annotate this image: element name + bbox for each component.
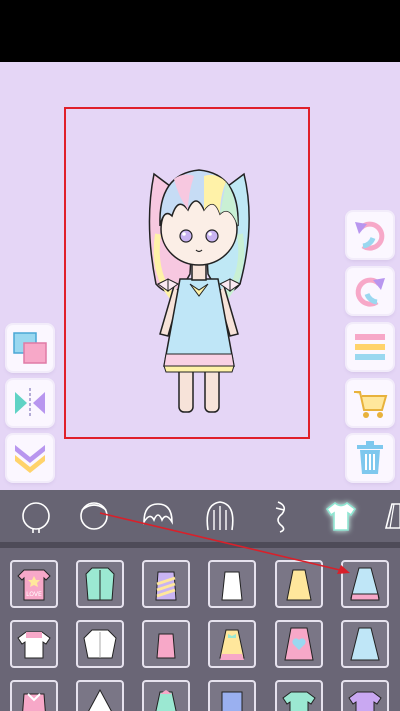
white-cami-icon xyxy=(221,571,243,601)
top-icon xyxy=(325,501,357,531)
head-icon xyxy=(80,502,108,530)
yellow-cami-dress-icon xyxy=(286,569,312,601)
shop-button[interactable] xyxy=(347,380,393,426)
undo-button[interactable] xyxy=(347,212,393,258)
shopping-cart-icon xyxy=(354,391,388,418)
flip-horizontal-icon xyxy=(15,388,45,418)
clothing-item-mint-bow-dress[interactable] xyxy=(142,680,190,711)
tab-bangs[interactable] xyxy=(138,496,178,536)
bangs-icon xyxy=(143,503,173,525)
pink-love-shirt-icon xyxy=(17,569,51,601)
clothing-items-grid: LOVE xyxy=(0,548,400,711)
undo-icon xyxy=(355,221,385,251)
redo-button[interactable] xyxy=(347,268,393,314)
clothing-item-blue-overalls[interactable] xyxy=(208,680,256,711)
white-shirt-icon xyxy=(83,629,117,659)
tab-bottom[interactable] xyxy=(380,496,400,536)
mint-bow-dress-icon xyxy=(155,690,177,711)
clothing-item-pink-tshirt[interactable] xyxy=(10,620,58,668)
mint-tshirt-icon xyxy=(282,691,316,711)
character-doll[interactable] xyxy=(134,134,264,414)
status-bar xyxy=(0,0,400,62)
clothing-item-pink-love-shirt[interactable]: LOVE xyxy=(10,560,58,608)
clothing-item-mint-coat[interactable] xyxy=(76,560,124,608)
yellow-bow-dress-icon xyxy=(219,629,245,660)
clothing-item-rainbow-cami[interactable] xyxy=(142,560,190,608)
clothing-item-purple-tshirt[interactable] xyxy=(341,680,389,711)
clothing-item-pink-heart-dress[interactable] xyxy=(275,620,323,668)
clothing-item-blue-long-dress[interactable] xyxy=(341,620,389,668)
collapse-button[interactable] xyxy=(7,435,53,481)
trash-icon xyxy=(357,441,383,474)
tab-ponytail[interactable] xyxy=(260,496,300,536)
pink-bow-top-icon xyxy=(22,693,46,711)
pink-tank-icon xyxy=(156,633,176,659)
clothing-item-yellow-bow-dress[interactable] xyxy=(208,620,256,668)
menu-icon xyxy=(355,334,385,360)
purple-tshirt-icon xyxy=(348,691,382,711)
delete-button[interactable] xyxy=(347,435,393,481)
ponytail-icon xyxy=(275,501,286,533)
clothing-item-pink-tank[interactable] xyxy=(142,620,190,668)
collapse-chevron-icon xyxy=(15,445,45,473)
clothing-item-pink-bow-top[interactable] xyxy=(10,680,58,711)
redo-icon xyxy=(355,277,385,307)
hair-icon xyxy=(206,501,234,531)
tab-head[interactable] xyxy=(74,496,114,536)
tab-top[interactable] xyxy=(321,496,361,536)
mint-coat-icon xyxy=(85,567,115,601)
blue-overalls-icon xyxy=(221,691,243,711)
clothing-item-blue-tiered-dress[interactable] xyxy=(341,560,389,608)
character-stage xyxy=(0,62,400,490)
menu-button[interactable] xyxy=(347,324,393,370)
clothing-item-white-cami[interactable] xyxy=(208,560,256,608)
tab-hair[interactable] xyxy=(200,496,240,536)
layer-order-button[interactable] xyxy=(7,325,53,371)
face-icon xyxy=(22,502,50,533)
category-tab-bar xyxy=(0,490,400,542)
layer-order-icon xyxy=(13,332,47,364)
clothing-item-mint-tshirt[interactable] xyxy=(275,680,323,711)
clothing-item-white-cape[interactable] xyxy=(76,680,124,711)
clothing-item-yellow-cami-dress[interactable] xyxy=(275,560,323,608)
pink-heart-dress-icon xyxy=(284,627,314,661)
dress-up-game-screen: LOVE xyxy=(0,0,400,711)
pink-tshirt-icon xyxy=(17,631,51,659)
bottom-icon xyxy=(384,503,400,529)
clothing-item-white-shirt[interactable] xyxy=(76,620,124,668)
flip-button[interactable] xyxy=(7,380,53,426)
white-cape-icon xyxy=(88,688,112,711)
blue-long-dress-icon xyxy=(350,627,380,661)
tab-face[interactable] xyxy=(16,496,56,536)
blue-tiered-dress-icon xyxy=(350,567,380,601)
rainbow-cami-icon xyxy=(155,571,177,601)
